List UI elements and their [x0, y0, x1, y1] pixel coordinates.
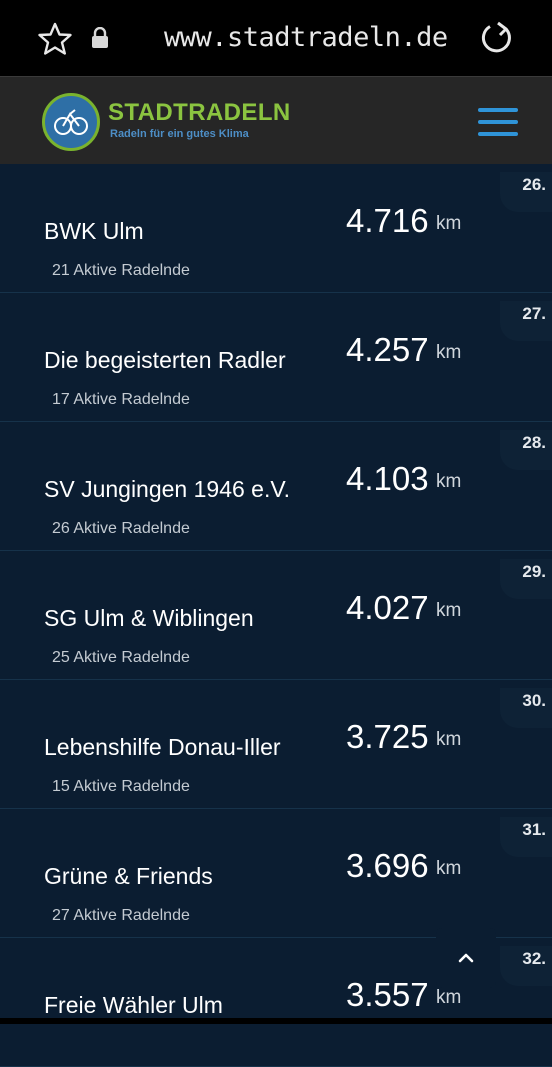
rank-badge: 32. [500, 946, 552, 986]
stadtradeln-logo-icon[interactable] [42, 93, 100, 151]
list-item[interactable]: 30. Lebenshilfe Donau-Iller 15 Aktive Ra… [0, 680, 552, 809]
team-name: Freie Wähler Ulm [44, 992, 223, 1018]
rank-badge: 30. [500, 688, 552, 728]
active-cyclists-count: 25 Aktive Radelnde [52, 649, 190, 666]
distance-value: 4.027 [346, 589, 429, 626]
list-item[interactable]: 31. Grüne & Friends 27 Aktive Radelnde 3… [0, 809, 552, 938]
team-name: Grüne & Friends [44, 863, 213, 889]
distance-unit: km [436, 471, 462, 492]
distance-unit: km [436, 987, 462, 1008]
team-name: Lebenshilfe Donau-Iller [44, 734, 281, 760]
list-item[interactable]: 27. Die begeisterten Radler 17 Aktive Ra… [0, 293, 552, 422]
address-bar-url[interactable]: www.stadtradeln.de [164, 22, 448, 53]
team-name: BWK Ulm [44, 218, 144, 244]
distance-value: 4.257 [346, 331, 429, 368]
system-nav-bar [0, 1018, 552, 1024]
distance-unit: km [436, 213, 462, 234]
list-item[interactable]: 29. SG Ulm & Wiblingen 25 Aktive Radelnd… [0, 551, 552, 680]
active-cyclists-count: 15 Aktive Radelnde [52, 778, 190, 795]
team-name: Die begeisterten Radler [44, 347, 286, 373]
hamburger-menu-icon[interactable] [478, 108, 518, 136]
distance-unit: km [436, 729, 462, 750]
distance-value: 3.696 [346, 847, 429, 884]
distance-value: 3.557 [346, 976, 429, 1013]
active-cyclists-count: 21 Aktive Radelnde [52, 262, 190, 279]
reload-icon[interactable] [478, 20, 514, 56]
distance-value: 4.716 [346, 202, 429, 239]
list-item[interactable]: 26. BWK Ulm 21 Aktive Radelnde 4.716 km [0, 164, 552, 293]
active-cyclists-count: 26 Aktive Radelnde [52, 520, 190, 537]
rank-badge: 28. [500, 430, 552, 470]
star-icon[interactable] [38, 22, 72, 56]
app-header: STADTRADELN Radeln für ein gutes Klima [0, 76, 552, 165]
rank-badge: 31. [500, 817, 552, 857]
active-cyclists-count: 27 Aktive Radelnde [52, 907, 190, 924]
active-cyclists-count: 17 Aktive Radelnde [52, 391, 190, 408]
lock-icon [92, 27, 108, 48]
distance-unit: km [436, 858, 462, 879]
chevron-up-icon [458, 953, 474, 963]
scroll-to-top-button[interactable] [436, 928, 496, 988]
rank-badge: 29. [500, 559, 552, 599]
distance-value: 4.103 [346, 460, 429, 497]
distance-unit: km [436, 600, 462, 621]
brand-tagline: Radeln für ein gutes Klima [110, 128, 249, 140]
rank-badge: 27. [500, 301, 552, 341]
brand-title[interactable]: STADTRADELN [108, 99, 291, 127]
distance-unit: km [436, 342, 462, 363]
list-item[interactable]: 28. SV Jungingen 1946 e.V. 26 Aktive Rad… [0, 422, 552, 551]
browser-toolbar: www.stadtradeln.de [0, 0, 552, 76]
team-name: SG Ulm & Wiblingen [44, 605, 254, 631]
team-name: SV Jungingen 1946 e.V. [44, 476, 290, 502]
rank-badge: 26. [500, 172, 552, 212]
distance-value: 3.725 [346, 718, 429, 755]
